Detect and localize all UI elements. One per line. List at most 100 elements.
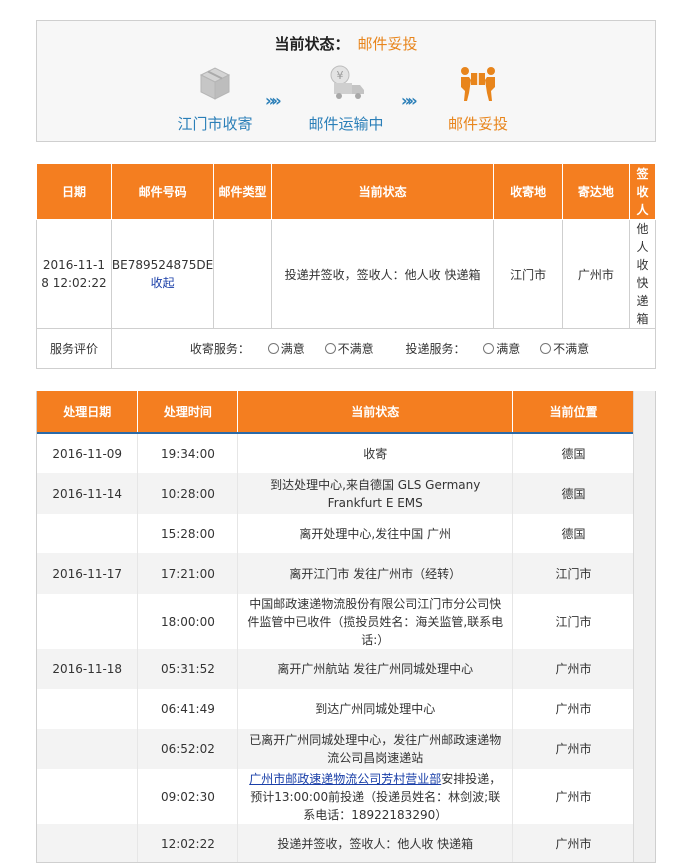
row-status: 广州市邮政速递物流公司芳村营业部安排投递，预计13:00:00前投递（投递员姓名… bbox=[237, 769, 514, 824]
mail-info-table: 日期 邮件号码 邮件类型 当前状态 收寄地 寄达地 签收人 2016-11-18… bbox=[36, 163, 657, 369]
tracking-panel: 处理日期 处理时间 当前状态 当前位置 2016-11-09 19:34:00 … bbox=[36, 391, 656, 863]
row-date bbox=[37, 729, 139, 769]
header-mail-type: 邮件类型 bbox=[213, 163, 272, 220]
row-date bbox=[37, 594, 139, 649]
progress-arrow-2: »» bbox=[401, 91, 418, 110]
row-time: 05:31:52 bbox=[137, 649, 239, 689]
row-time: 06:41:49 bbox=[137, 689, 239, 729]
row-status: 投递并签收，签收人：他人收 快递箱 bbox=[237, 824, 514, 862]
row-date: 2016-11-14 bbox=[37, 473, 139, 514]
header-current-status: 当前状态 bbox=[270, 163, 495, 220]
row-status: 离开广州航站 发往广州同城处理中心 bbox=[237, 649, 514, 689]
row-location: 广州市 bbox=[512, 769, 635, 824]
status-panel: 当前状态： 邮件妥投 江门市收寄 »» ¥ 邮件运输中 »» 邮件妥投 bbox=[36, 20, 656, 142]
progress-arrow-1: »» bbox=[265, 91, 282, 110]
header-process-date: 处理日期 bbox=[37, 391, 139, 434]
mail-number: BE789524875DE bbox=[111, 257, 214, 272]
step-collected: 江门市收寄 bbox=[155, 61, 275, 134]
courier-delivering-icon bbox=[456, 61, 500, 105]
mail-number-cell: BE789524875DE 收起 bbox=[110, 219, 215, 329]
mail-origin: 江门市 bbox=[493, 219, 563, 329]
tracking-row: 2016-11-17 17:21:00 离开江门市 发往广州市（经转） 江门市 bbox=[37, 553, 635, 594]
row-date bbox=[37, 514, 139, 553]
mail-signer: 他人收快递箱 bbox=[629, 219, 656, 329]
row-time: 09:02:30 bbox=[137, 769, 239, 824]
row-status: 收寄 bbox=[237, 433, 514, 473]
tracking-row: 2016-11-14 10:28:00 到达处理中心,来自德国 GLS Germ… bbox=[37, 473, 635, 514]
collect-service-label: 收寄服务： bbox=[189, 342, 250, 356]
row-status: 离开江门市 发往广州市（经转） bbox=[237, 553, 514, 594]
row-location: 江门市 bbox=[512, 553, 635, 594]
row-location: 广州市 bbox=[512, 729, 635, 769]
package-box-icon bbox=[193, 61, 237, 105]
header-tracking-status: 当前状态 bbox=[237, 391, 514, 434]
row-time: 18:00:00 bbox=[137, 594, 239, 649]
row-status: 离开处理中心,发往中国 广州 bbox=[237, 514, 514, 553]
delivery-truck-icon: ¥ bbox=[324, 61, 368, 105]
tracking-row: 09:02:30 广州市邮政速递物流公司芳村营业部安排投递，预计13:00:00… bbox=[37, 769, 635, 824]
row-location: 广州市 bbox=[512, 649, 635, 689]
header-destination: 寄达地 bbox=[561, 163, 631, 220]
rating-row: 服务评价 收寄服务： 满意 不满意 投递服务： 满意 不满意 bbox=[36, 328, 657, 369]
tracking-row: 12:02:22 投递并签收，签收人：他人收 快递箱 广州市 bbox=[37, 824, 635, 862]
tracking-row: 18:00:00 中国邮政速递物流股份有限公司江门市分公司快件监管中已收件（揽投… bbox=[37, 594, 635, 649]
row-date: 2016-11-18 bbox=[37, 649, 139, 689]
row-status: 中国邮政速递物流股份有限公司江门市分公司快件监管中已收件（揽投员姓名：海关监管,… bbox=[237, 594, 514, 649]
header-location: 当前位置 bbox=[512, 391, 635, 434]
step-delivered-label: 邮件妥投 bbox=[447, 115, 508, 133]
mail-row: 2016-11-18 12:02:22 BE789524875DE 收起 投递并… bbox=[36, 219, 656, 329]
row-location: 广州市 bbox=[512, 824, 635, 862]
mail-date: 2016-11-18 12:02:22 bbox=[36, 219, 112, 329]
header-origin: 收寄地 bbox=[493, 163, 563, 220]
row-location: 德国 bbox=[512, 514, 635, 553]
deliver-unsatisfied-radio[interactable]: 不满意 bbox=[540, 342, 589, 356]
collect-unsatisfied-radio[interactable]: 不满意 bbox=[324, 342, 374, 356]
step-in-transit: ¥ 邮件运输中 bbox=[286, 61, 406, 134]
tracking-row: 15:28:00 离开处理中心,发往中国 广州 德国 bbox=[37, 514, 635, 553]
tracking-row: 06:52:02 已离开广州同城处理中心，发往广州邮政速递物流公司昌岗速递站 广… bbox=[37, 729, 635, 769]
row-date bbox=[37, 689, 139, 729]
row-time: 06:52:02 bbox=[137, 729, 239, 769]
tracking-row: 2016-11-18 05:31:52 离开广州航站 发往广州同城处理中心 广州… bbox=[37, 649, 635, 689]
rating-label: 服务评价 bbox=[36, 328, 112, 369]
step-in-transit-label: 邮件运输中 bbox=[308, 115, 384, 133]
collapse-link[interactable]: 收起 bbox=[112, 274, 213, 291]
vertical-scrollbar[interactable] bbox=[633, 391, 655, 862]
mail-type bbox=[213, 219, 272, 329]
row-date bbox=[37, 769, 139, 824]
row-time: 17:21:00 bbox=[137, 553, 239, 594]
tracking-row: 2016-11-09 19:34:00 收寄 德国 bbox=[37, 433, 635, 473]
deliver-satisfied-radio[interactable]: 满意 bbox=[483, 342, 520, 356]
row-date bbox=[37, 824, 139, 862]
row-date: 2016-11-17 bbox=[37, 553, 139, 594]
svg-text:¥: ¥ bbox=[337, 69, 344, 82]
header-mail-number: 邮件号码 bbox=[110, 163, 215, 220]
row-time: 19:34:00 bbox=[137, 433, 239, 473]
row-date: 2016-11-09 bbox=[37, 433, 139, 473]
tracking-row: 06:41:49 到达广州同城处理中心 广州市 bbox=[37, 689, 635, 729]
row-status: 已离开广州同城处理中心，发往广州邮政速递物流公司昌岗速递站 bbox=[237, 729, 514, 769]
header-signer: 签收人 bbox=[629, 163, 656, 220]
step-delivered: 邮件妥投 bbox=[418, 61, 538, 134]
mail-status: 投递并签收，签收人：他人收 快递箱 bbox=[270, 219, 495, 329]
post-office-link[interactable]: 广州市邮政速递物流公司芳村营业部 bbox=[249, 772, 441, 786]
row-time: 12:02:22 bbox=[137, 824, 239, 862]
header-date: 日期 bbox=[36, 163, 112, 220]
row-location: 德国 bbox=[512, 473, 635, 514]
header-process-time: 处理时间 bbox=[137, 391, 239, 434]
current-status-line: 当前状态： 邮件妥投 bbox=[37, 33, 655, 54]
current-status-label: 当前状态： bbox=[274, 35, 350, 53]
step-collected-label: 江门市收寄 bbox=[177, 115, 253, 133]
row-status: 到达处理中心,来自德国 GLS Germany Frankfurt E EMS bbox=[237, 473, 514, 514]
tracking-table: 处理日期 处理时间 当前状态 当前位置 2016-11-09 19:34:00 … bbox=[37, 391, 635, 862]
row-location: 江门市 bbox=[512, 594, 635, 649]
rating-options: 收寄服务： 满意 不满意 投递服务： 满意 不满意 bbox=[110, 328, 657, 369]
row-location: 德国 bbox=[512, 433, 635, 473]
deliver-service-label: 投递服务： bbox=[405, 342, 466, 356]
row-time: 15:28:00 bbox=[137, 514, 239, 553]
row-status: 到达广州同城处理中心 bbox=[237, 689, 514, 729]
mail-destination: 广州市 bbox=[561, 219, 631, 329]
current-status-value: 邮件妥投 bbox=[357, 35, 418, 53]
row-location: 广州市 bbox=[512, 689, 635, 729]
collect-satisfied-radio[interactable]: 满意 bbox=[267, 342, 305, 356]
